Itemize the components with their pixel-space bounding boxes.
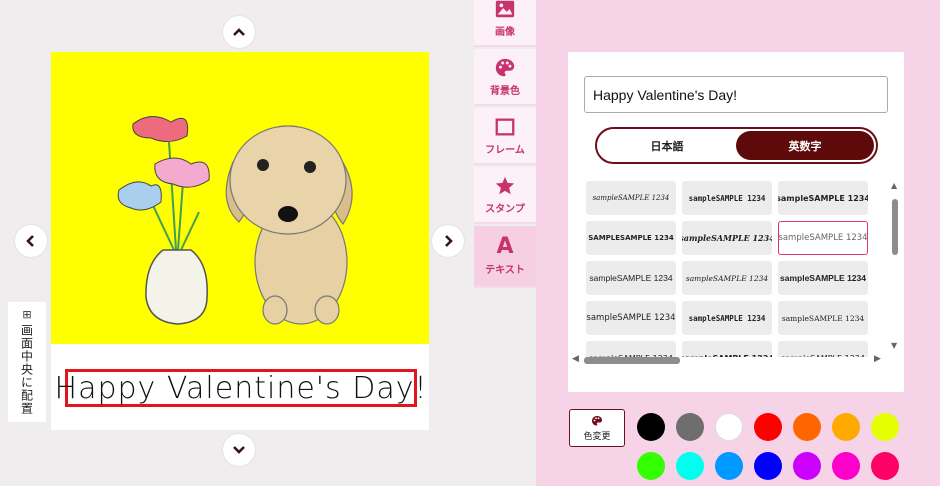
- toggle-japanese[interactable]: 日本語: [597, 129, 737, 162]
- color-swatch[interactable]: [871, 452, 899, 480]
- color-swatch[interactable]: [637, 413, 665, 441]
- tab-stamp[interactable]: スタンプ: [474, 167, 536, 224]
- design-card: Happy Valentine's Day!: [51, 52, 429, 430]
- tab-image[interactable]: 画像: [474, 0, 536, 47]
- tab-background-color-label: 背景色: [490, 85, 520, 97]
- text-a-icon: A: [496, 234, 514, 259]
- color-swatch[interactable]: [676, 452, 704, 480]
- chevron-right-icon: [445, 235, 453, 247]
- vertical-scroll-thumb[interactable]: [892, 199, 898, 255]
- tab-frame-label: フレーム: [485, 144, 525, 156]
- font-option[interactable]: sampleSAMPLE 1234: [586, 261, 676, 295]
- font-option[interactable]: sampleSAMPLE 1234: [682, 261, 772, 295]
- color-swatch[interactable]: [793, 452, 821, 480]
- right-panel: 日本語 英数字 sampleSAMPLE 1234 sampleSAMPLE 1…: [536, 0, 940, 486]
- scroll-up-icon[interactable]: ▲: [891, 181, 897, 190]
- font-list: sampleSAMPLE 1234 sampleSAMPLE 1234 samp…: [586, 181, 872, 357]
- tab-background-color[interactable]: 背景色: [474, 49, 536, 106]
- color-swatch[interactable]: [754, 413, 782, 441]
- font-option[interactable]: sampleSAMPLE 1234: [586, 181, 676, 215]
- dog-and-flowers-illustration: [117, 116, 353, 325]
- tab-text-label: テキスト: [485, 265, 525, 276]
- grid-icon: ⊞: [22, 308, 32, 321]
- font-option[interactable]: sampleSAMPLE 1234: [778, 301, 868, 335]
- color-change-button[interactable]: 色変更: [569, 409, 625, 447]
- scroll-down-icon[interactable]: ▼: [891, 341, 897, 350]
- font-list-horizontal-scrollbar[interactable]: ◀ ▶: [572, 354, 884, 366]
- center-button-label: 画面中央に配置: [19, 324, 34, 415]
- horizontal-scroll-thumb[interactable]: [584, 357, 680, 364]
- text-settings-panel: 日本語 英数字 sampleSAMPLE 1234 sampleSAMPLE 1…: [568, 52, 904, 392]
- image-icon: [495, 0, 515, 17]
- color-swatch[interactable]: [637, 452, 665, 480]
- chevron-up-icon: [233, 28, 245, 36]
- palette-icon: [592, 415, 602, 425]
- tab-text[interactable]: A テキスト: [474, 226, 536, 288]
- tool-tabs: 画像 背景色 フレーム スタンプ A テキスト: [474, 0, 536, 486]
- font-option-selected[interactable]: sampleSAMPLE 1234: [778, 221, 868, 255]
- font-option[interactable]: SAMPLESAMPLE 1234: [586, 221, 676, 255]
- move-down-button[interactable]: [223, 434, 255, 466]
- scroll-left-icon[interactable]: ◀: [572, 354, 579, 364]
- chevron-left-icon: [26, 235, 34, 247]
- font-option[interactable]: sampleSAMPLE 1234: [586, 301, 676, 335]
- language-toggle: 日本語 英数字: [595, 127, 878, 164]
- move-left-button[interactable]: [15, 225, 47, 257]
- font-option[interactable]: sampleSAMPLE 1234: [778, 261, 868, 295]
- font-option[interactable]: sampleSAMPLE 1234: [778, 181, 868, 215]
- text-object-frame[interactable]: Happy Valentine's Day!: [55, 369, 426, 407]
- color-swatch[interactable]: [754, 452, 782, 480]
- font-option[interactable]: sampleSAMPLE 1234: [682, 181, 772, 215]
- move-right-button[interactable]: [432, 225, 464, 257]
- center-on-screen-button[interactable]: ⊞ 画面中央に配置: [8, 302, 46, 422]
- color-swatch[interactable]: [832, 413, 860, 441]
- font-list-vertical-scrollbar[interactable]: ▲ ▼: [890, 181, 900, 351]
- tab-image-label: 画像: [495, 26, 515, 38]
- move-up-button[interactable]: [223, 16, 255, 48]
- text-input[interactable]: [584, 76, 888, 113]
- toggle-alphanumeric[interactable]: 英数字: [736, 131, 874, 160]
- color-swatch[interactable]: [793, 413, 821, 441]
- chevron-down-icon: [233, 446, 245, 454]
- canvas-text: Happy Valentine's Day!: [54, 370, 428, 406]
- canvas-area: Happy Valentine's Day! ⊞ 画面中央に配置: [0, 0, 474, 486]
- color-swatch[interactable]: [832, 452, 860, 480]
- color-swatch[interactable]: [676, 413, 704, 441]
- color-swatch[interactable]: [871, 413, 899, 441]
- tab-frame[interactable]: フレーム: [474, 108, 536, 165]
- color-change-label: 色変更: [583, 431, 611, 442]
- color-swatch[interactable]: [715, 452, 743, 480]
- font-option[interactable]: sampleSAMPLE 1234: [682, 221, 772, 255]
- star-icon: [495, 176, 515, 194]
- tab-stamp-label: スタンプ: [485, 203, 525, 215]
- font-option[interactable]: sampleSAMPLE 1234: [682, 301, 772, 335]
- photo-illustration[interactable]: [51, 52, 429, 344]
- palette-icon: [495, 58, 515, 76]
- frame-icon: [495, 118, 515, 135]
- color-swatch[interactable]: [715, 413, 743, 441]
- scroll-right-icon[interactable]: ▶: [874, 354, 881, 364]
